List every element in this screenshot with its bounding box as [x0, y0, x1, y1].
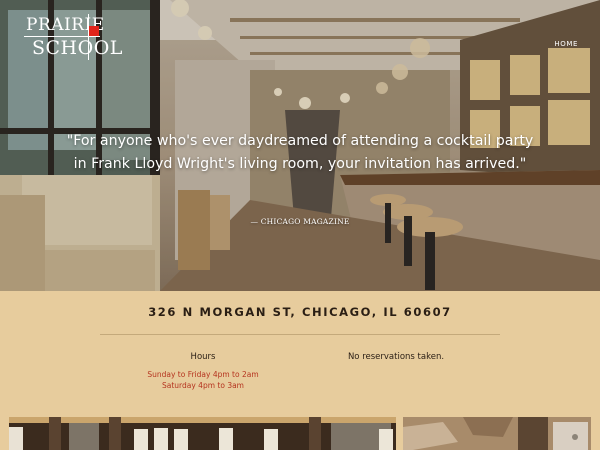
address: 326 N MORGAN ST, CHICAGO, IL 60607: [148, 305, 452, 319]
hero-banner: PRAIRIE SCHOOL HOME "For anyone who's ev…: [0, 0, 600, 291]
hours-weekday: Sunday to Friday 4pm to 2am: [147, 370, 259, 379]
nav-home-link[interactable]: HOME: [554, 40, 578, 48]
reservations-note: No reservations taken.: [347, 352, 445, 362]
stone-wall-photo: [403, 417, 591, 450]
quote-attribution: — CHICAGO MAGAZINE: [250, 217, 350, 226]
logo-rule-vertical: [88, 14, 89, 60]
hours-title: Hours: [190, 352, 216, 362]
logo-line-2: SCHOOL: [32, 37, 123, 59]
prairie-school-logo[interactable]: PRAIRIE SCHOOL: [22, 14, 122, 74]
hero-quote: "For anyone who's ever daydreamed of att…: [66, 133, 534, 172]
bar-shelves-photo: [9, 417, 396, 450]
hours-saturday: Saturday 4pm to 3am: [162, 381, 244, 390]
section-divider: [100, 334, 500, 335]
